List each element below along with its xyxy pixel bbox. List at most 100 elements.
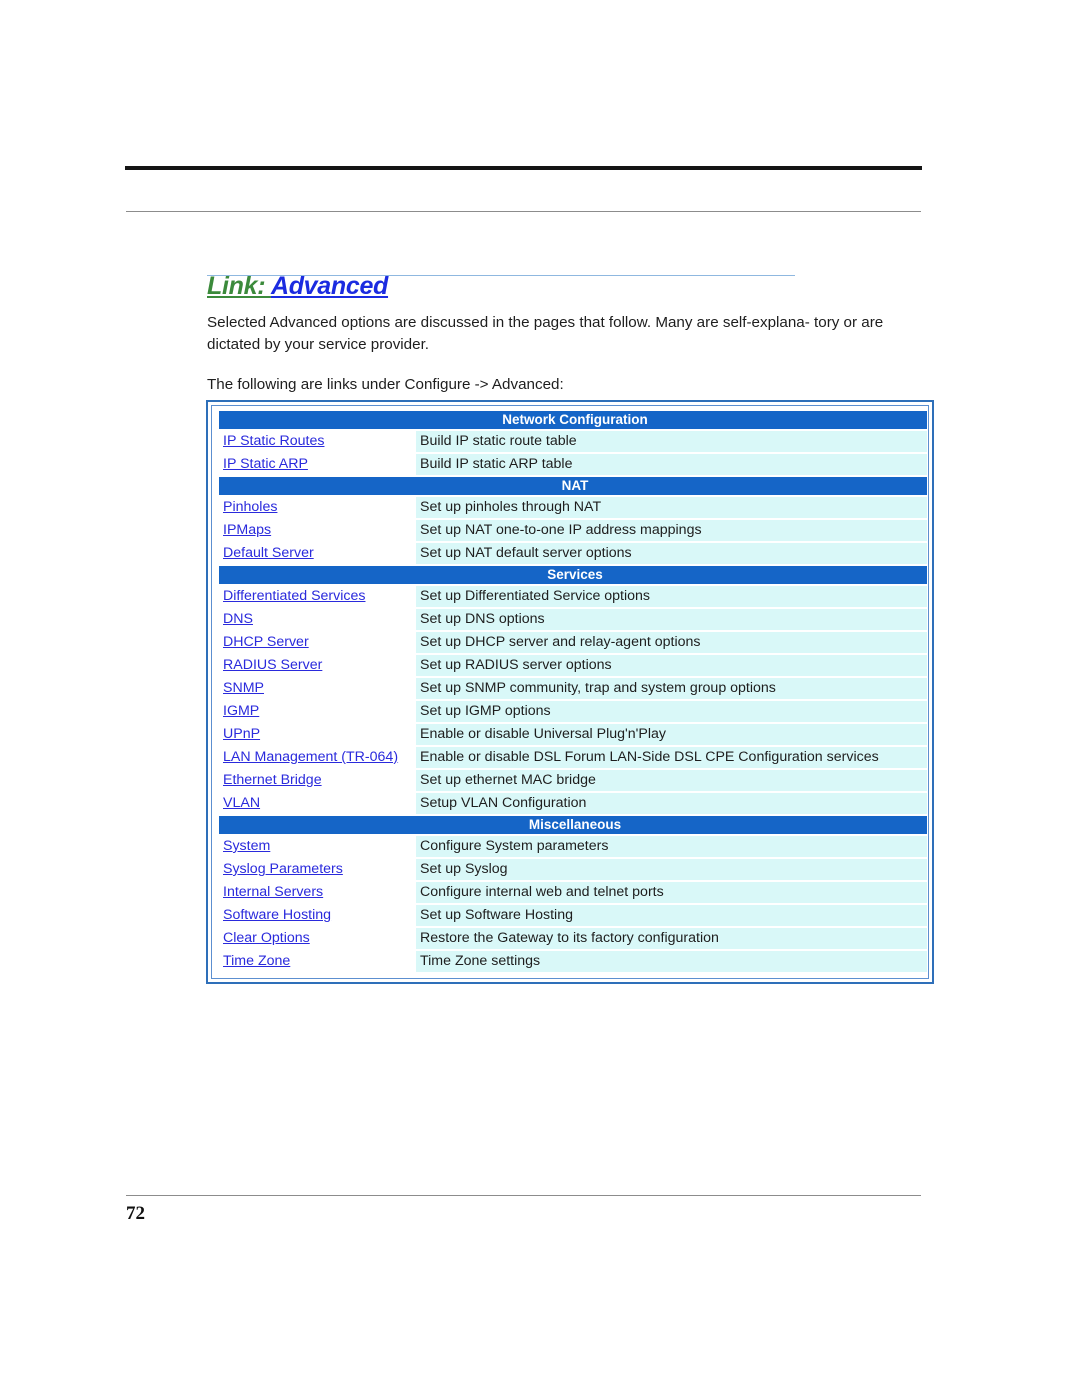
table-row: Differentiated Services Set up Differenti… bbox=[219, 586, 927, 607]
link-cell: Software Hosting bbox=[219, 905, 416, 926]
table-row: SNMP Set up SNMP community, trap and syst… bbox=[219, 678, 927, 699]
config-link[interactable]: UPnP bbox=[223, 726, 260, 742]
config-link[interactable]: IP Static Routes bbox=[223, 433, 324, 449]
config-link[interactable]: DNS bbox=[223, 611, 253, 627]
description-cell: Time Zone settings bbox=[416, 951, 927, 972]
config-link[interactable]: Default Server bbox=[223, 545, 314, 561]
description-cell: Set up SNMP community, trap and system g… bbox=[416, 678, 927, 699]
link-cell: VLAN bbox=[219, 793, 416, 814]
link-cell: LAN Management (TR-064) bbox=[219, 747, 416, 768]
link-cell: Clear Options bbox=[219, 928, 416, 949]
link-cell: Differentiated Services bbox=[219, 586, 416, 607]
table-row: Internal Servers Configure internal web a… bbox=[219, 882, 927, 903]
table-row: LAN Management (TR-064) Enable or disable… bbox=[219, 747, 927, 768]
page-number: 72 bbox=[126, 1203, 145, 1224]
description-cell: Set up DNS options bbox=[416, 609, 927, 630]
config-link[interactable]: IPMaps bbox=[223, 522, 271, 538]
advanced-links-table: Network Configuration IP Static Routes Bui… bbox=[219, 409, 927, 974]
description-cell: Enable or disable DSL Forum LAN-Side DSL… bbox=[416, 747, 927, 768]
table-row: IP Static Routes Build IP static route ta… bbox=[219, 431, 927, 452]
description-cell: Set up NAT default server options bbox=[416, 543, 927, 564]
table-row: IGMP Set up IGMP options bbox=[219, 701, 927, 722]
table-row: RADIUS Server Set up RADIUS server option… bbox=[219, 655, 927, 676]
description-cell: Configure internal web and telnet ports bbox=[416, 882, 927, 903]
table-row: Clear Options Restore the Gateway to its … bbox=[219, 928, 927, 949]
link-cell: SNMP bbox=[219, 678, 416, 699]
config-link[interactable]: Pinholes bbox=[223, 499, 277, 515]
link-cell: Time Zone bbox=[219, 951, 416, 972]
link-cell: Ethernet Bridge bbox=[219, 770, 416, 791]
table-row: Software Hosting Set up Software Hosting bbox=[219, 905, 927, 926]
header-rule-thin bbox=[126, 211, 921, 212]
section-header-row: Miscellaneous bbox=[219, 816, 927, 834]
description-cell: Set up RADIUS server options bbox=[416, 655, 927, 676]
heading-prefix: Link: bbox=[207, 272, 271, 300]
table-row: DNS Set up DNS options bbox=[219, 609, 927, 630]
config-link[interactable]: Ethernet Bridge bbox=[223, 772, 322, 788]
link-cell: RADIUS Server bbox=[219, 655, 416, 676]
table-row: IPMaps Set up NAT one-to-one IP address m… bbox=[219, 520, 927, 541]
description-cell: Set up Differentiated Service options bbox=[416, 586, 927, 607]
section-header-row: Network Configuration bbox=[219, 411, 927, 429]
description-cell: Set up Software Hosting bbox=[416, 905, 927, 926]
config-link[interactable]: Syslog Parameters bbox=[223, 861, 343, 877]
section-heading: Link: Advanced bbox=[207, 272, 388, 301]
table-row: Time Zone Time Zone settings bbox=[219, 951, 927, 972]
section-title: Network Configuration bbox=[219, 411, 927, 429]
config-link[interactable]: Software Hosting bbox=[223, 907, 331, 923]
config-link[interactable]: System bbox=[223, 838, 270, 854]
link-cell: IP Static ARP bbox=[219, 454, 416, 475]
table-row: DHCP Server Set up DHCP server and relay-… bbox=[219, 632, 927, 653]
section-title: Miscellaneous bbox=[219, 816, 927, 834]
config-link[interactable]: IP Static ARP bbox=[223, 456, 308, 472]
description-cell: Set up IGMP options bbox=[416, 701, 927, 722]
description-cell: Set up pinholes through NAT bbox=[416, 497, 927, 518]
advanced-link[interactable]: Advanced bbox=[271, 272, 388, 300]
config-link[interactable]: IGMP bbox=[223, 703, 259, 719]
link-cell: Default Server bbox=[219, 543, 416, 564]
table-row: System Configure System parameters bbox=[219, 836, 927, 857]
header-rule-thick bbox=[125, 166, 922, 170]
footer-rule bbox=[126, 1195, 921, 1196]
description-cell: Enable or disable Universal Plug'n'Play bbox=[416, 724, 927, 745]
link-cell: IGMP bbox=[219, 701, 416, 722]
link-cell: UPnP bbox=[219, 724, 416, 745]
config-link[interactable]: Differentiated Services bbox=[223, 588, 365, 604]
table-row: VLAN Setup VLAN Configuration bbox=[219, 793, 927, 814]
config-link[interactable]: Time Zone bbox=[223, 953, 290, 969]
config-link[interactable]: DHCP Server bbox=[223, 634, 309, 650]
section-header-row: Services bbox=[219, 566, 927, 584]
table-row: Ethernet Bridge Set up ethernet MAC bridg… bbox=[219, 770, 927, 791]
table-row: Syslog Parameters Set up Syslog bbox=[219, 859, 927, 880]
config-link[interactable]: VLAN bbox=[223, 795, 260, 811]
link-cell: Pinholes bbox=[219, 497, 416, 518]
config-link[interactable]: RADIUS Server bbox=[223, 657, 322, 673]
description-cell: Restore the Gateway to its factory confi… bbox=[416, 928, 927, 949]
table-row: Pinholes Set up pinholes through NAT bbox=[219, 497, 927, 518]
description-cell: Set up ethernet MAC bridge bbox=[416, 770, 927, 791]
link-cell: DHCP Server bbox=[219, 632, 416, 653]
link-cell: Internal Servers bbox=[219, 882, 416, 903]
description-cell: Build IP static route table bbox=[416, 431, 927, 452]
description-cell: Set up NAT one-to-one IP address mapping… bbox=[416, 520, 927, 541]
link-cell: IP Static Routes bbox=[219, 431, 416, 452]
section-title: NAT bbox=[219, 477, 927, 495]
link-cell: Syslog Parameters bbox=[219, 859, 416, 880]
config-link[interactable]: Internal Servers bbox=[223, 884, 323, 900]
list-intro-paragraph: The following are links under Configure … bbox=[207, 376, 564, 393]
table-row: IP Static ARP Build IP static ARP table bbox=[219, 454, 927, 475]
section-header-row: NAT bbox=[219, 477, 927, 495]
description-cell: Set up Syslog bbox=[416, 859, 927, 880]
config-link[interactable]: Clear Options bbox=[223, 930, 310, 946]
config-link[interactable]: LAN Management (TR-064) bbox=[223, 749, 398, 765]
config-link[interactable]: SNMP bbox=[223, 680, 264, 696]
advanced-config-panel: Network Configuration IP Static Routes Bui… bbox=[206, 400, 934, 984]
link-cell: DNS bbox=[219, 609, 416, 630]
description-cell: Build IP static ARP table bbox=[416, 454, 927, 475]
table-row: UPnP Enable or disable Universal Plug'n'P… bbox=[219, 724, 927, 745]
section-title: Services bbox=[219, 566, 927, 584]
description-cell: Configure System parameters bbox=[416, 836, 927, 857]
description-cell: Setup VLAN Configuration bbox=[416, 793, 927, 814]
intro-paragraph: Selected Advanced options are discussed … bbox=[207, 314, 884, 353]
description-cell: Set up DHCP server and relay-agent optio… bbox=[416, 632, 927, 653]
